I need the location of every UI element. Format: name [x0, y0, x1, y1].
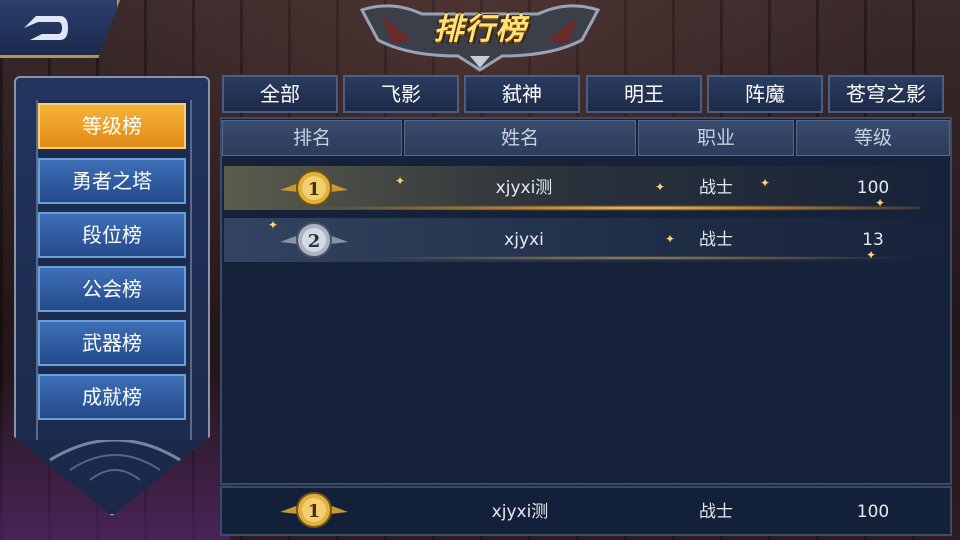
sparkle-icon: ✦: [875, 196, 886, 210]
tab-cangqiong[interactable]: 苍穹之影: [828, 75, 944, 113]
sparkle-icon: ✦: [665, 232, 676, 246]
gold-medal-icon: 1: [276, 490, 352, 530]
my-class: 战士: [699, 502, 733, 522]
row-glow-effect: [300, 205, 920, 211]
page-title: 排行榜: [433, 12, 527, 47]
sparkle-icon: ✦: [655, 180, 666, 194]
my-name: xjyxi测: [491, 502, 549, 522]
column-header-rank: 排名: [222, 120, 402, 156]
tab-all[interactable]: 全部: [222, 75, 338, 113]
title-banner: 排行榜: [352, 0, 608, 72]
sparkle-icon: ✦: [866, 248, 877, 262]
sidebar-item-tier-ranking[interactable]: 段位榜: [38, 212, 186, 258]
tab-shishen[interactable]: 弑神: [464, 75, 580, 113]
sparkle-icon: ✦: [760, 176, 771, 190]
sidebar-item-achievement-ranking[interactable]: 成就榜: [38, 374, 186, 420]
sidebar-item-hero-tower[interactable]: 勇者之塔: [38, 158, 186, 204]
back-arrow-icon: [24, 16, 68, 40]
column-header-class: 职业: [638, 120, 794, 156]
column-header-name: 姓名: [404, 120, 636, 156]
sidebar-ornament-icon: [49, 440, 181, 481]
row-glow-effect: [360, 256, 920, 260]
my-rank-number: 1: [308, 501, 321, 522]
sidebar-item-guild-ranking[interactable]: 公会榜: [38, 266, 186, 312]
player-name: xjyxi测: [495, 178, 553, 198]
tab-mingwang[interactable]: 明王: [586, 75, 702, 113]
silver-medal-icon: 2: [276, 220, 352, 260]
column-header-level: 等级: [796, 120, 950, 156]
sidebar-item-level-ranking[interactable]: 等级榜: [38, 103, 186, 149]
tab-feiying[interactable]: 飞影: [343, 75, 459, 113]
tab-zhenmo[interactable]: 阵魔: [707, 75, 823, 113]
player-level: 100: [856, 178, 890, 198]
sparkle-icon: ✦: [395, 174, 406, 188]
sparkle-icon: ✦: [268, 218, 279, 232]
rank-number: 2: [308, 231, 321, 252]
rank-number: 1: [308, 179, 321, 200]
gold-medal-icon: 1: [276, 168, 352, 208]
sidebar-item-weapon-ranking[interactable]: 武器榜: [38, 320, 186, 366]
my-level: 100: [856, 502, 890, 522]
